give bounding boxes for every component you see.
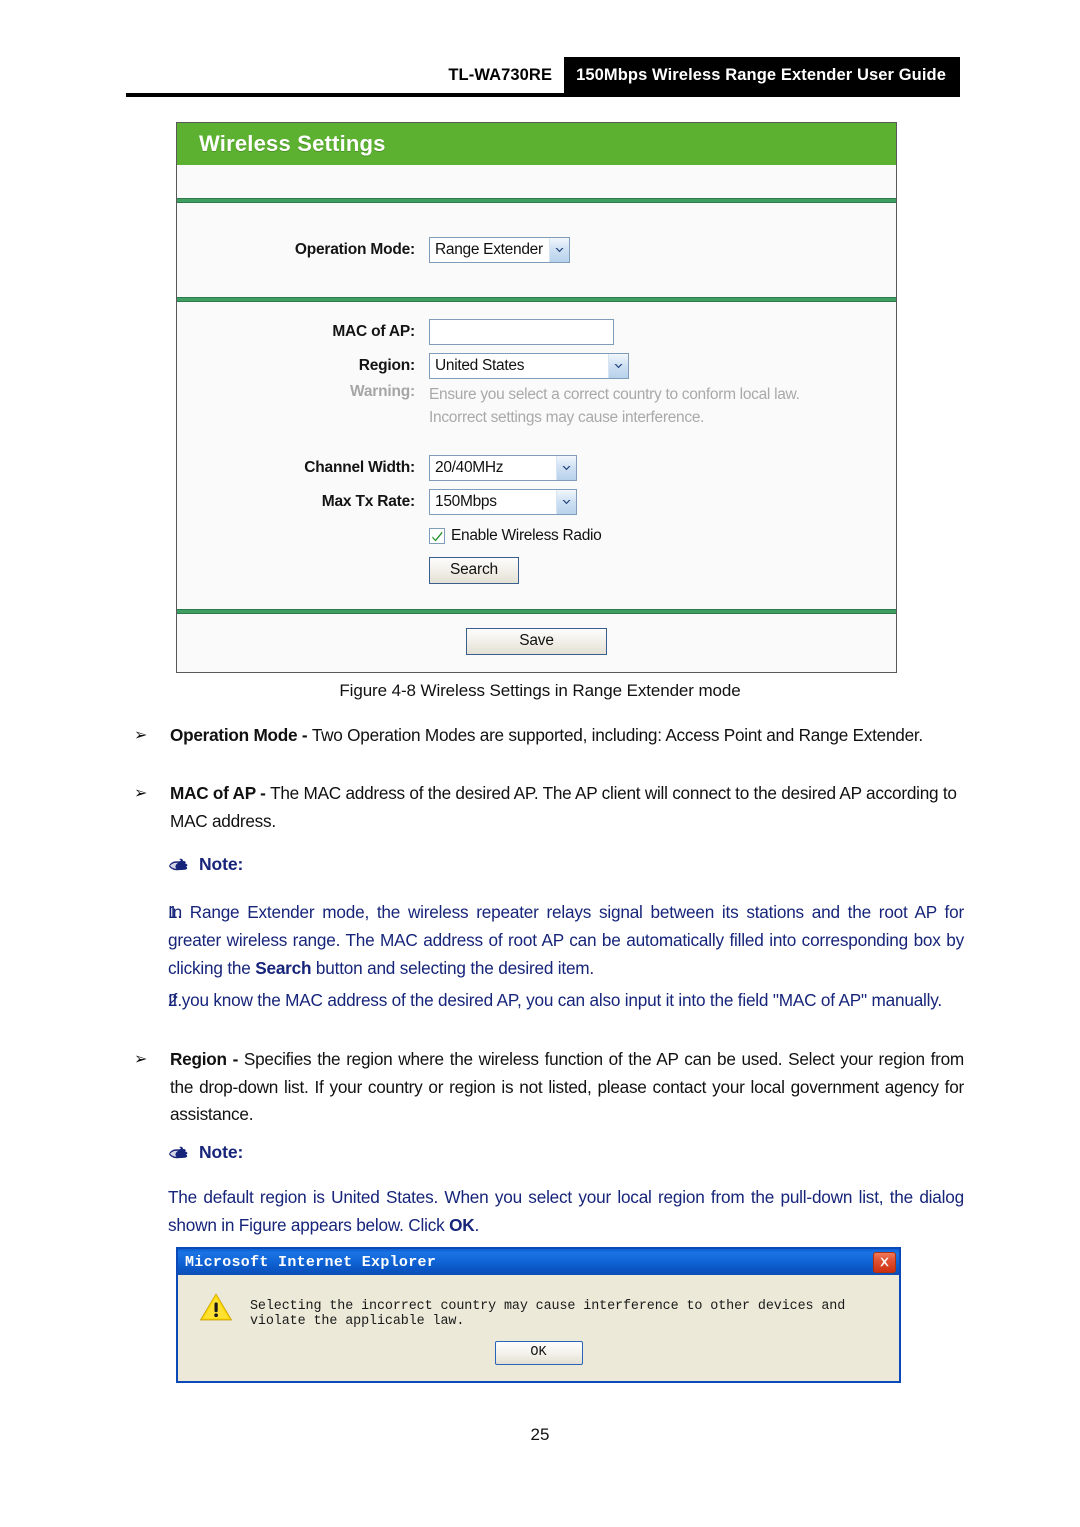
operation-mode-row: Operation Mode: Range Extender — [177, 233, 896, 267]
figure-caption: Figure 4-8 Wireless Settings in Range Ex… — [339, 681, 741, 700]
chevron-down-icon[interactable] — [608, 354, 628, 378]
search-button-row: Search — [177, 553, 896, 587]
save-button[interactable]: Save — [466, 628, 607, 655]
warning-line-1: Ensure you select a correct country to c… — [429, 386, 800, 403]
bullet-region-text: Region - Specifies the region where the … — [170, 1046, 964, 1129]
bullet-body: The MAC address of the desired AP. The A… — [170, 783, 957, 831]
operation-mode-select[interactable]: Range Extender — [429, 237, 570, 263]
panel-titlebar: Wireless Settings — [177, 123, 896, 165]
chevron-down-icon[interactable] — [556, 490, 576, 514]
bullet-marker-icon: ➢ — [134, 785, 148, 802]
header-divider-rule — [126, 93, 960, 97]
page-header: TL-WA730RE 150Mbps Wireless Range Extend… — [126, 57, 960, 93]
note-block-1: Note: — [126, 854, 964, 875]
bullet-marker-icon: ➢ — [134, 1051, 148, 1068]
warning-label: Warning: — [350, 383, 415, 400]
dialog-footer: OK — [178, 1333, 899, 1381]
pointing-hand-icon — [168, 857, 190, 873]
note-2-bold: OK — [449, 1215, 475, 1235]
bullet-region: ➢ Region - Specifies the region where th… — [126, 1046, 964, 1129]
dialog-title: Microsoft Internet Explorer — [185, 1253, 437, 1271]
max-tx-rate-label: Max Tx Rate: — [321, 493, 415, 510]
wireless-settings-panel: Wireless Settings Operation Mode: Range … — [176, 122, 897, 673]
save-section: Save — [177, 614, 896, 672]
region-row: Region: United States — [177, 349, 896, 383]
header-model-name: TL-WA730RE — [438, 57, 565, 93]
close-icon[interactable] — [873, 1251, 896, 1273]
pointing-hand-icon — [168, 1145, 190, 1161]
page-number: 25 — [530, 1425, 550, 1444]
operation-mode-section: Operation Mode: Range Extender — [177, 203, 896, 297]
region-value: United States — [435, 357, 525, 374]
note-1-item-1: 1. In Range Extender mode, the wireless … — [126, 898, 964, 982]
panel-title: Wireless Settings — [199, 131, 386, 156]
warning-triangle-icon — [198, 1291, 234, 1328]
dialog-titlebar: Microsoft Internet Explorer — [178, 1249, 899, 1275]
note-2-part1: The default region is United States. Whe… — [168, 1187, 964, 1235]
note-label-1: Note: — [199, 854, 244, 874]
note-item-bold: Search — [255, 958, 312, 978]
note-2-text: The default region is United States. Whe… — [126, 1183, 964, 1239]
dialog-body: Selecting the incorrect country may caus… — [178, 1275, 899, 1333]
operation-mode-value: Range Extender — [435, 241, 543, 258]
dialog-message: Selecting the incorrect country may caus… — [250, 1299, 846, 1329]
note-header-2: Note: — [126, 1142, 964, 1163]
bullet-term: Region - — [170, 1049, 244, 1069]
region-select[interactable]: United States — [429, 353, 629, 379]
note-item-number: 2. — [168, 990, 182, 1010]
bullet-term: MAC of AP - — [170, 783, 271, 803]
bullet-operation-mode-text: Operation Mode - Two Operation Modes are… — [170, 722, 964, 750]
note-item-text: If you know the MAC address of the desir… — [168, 990, 942, 1010]
bullet-operation-mode: ➢ Operation Mode - Two Operation Modes a… — [126, 722, 964, 750]
note-label-2: Note: — [199, 1142, 244, 1162]
header-guide-title: 150Mbps Wireless Range Extender User Gui… — [564, 57, 960, 93]
bullet-mac-of-ap-text: MAC of AP - The MAC address of the desir… — [170, 780, 964, 835]
region-label: Region: — [358, 357, 415, 374]
note-2-part2: . — [474, 1215, 480, 1235]
channel-width-label: Channel Width: — [304, 459, 415, 476]
max-tx-rate-row: Max Tx Rate: 150Mbps — [177, 485, 896, 519]
note-2-body: The default region is United States. Whe… — [126, 1183, 964, 1239]
channel-width-value: 20/40MHz — [435, 459, 504, 476]
internet-explorer-dialog: Microsoft Internet Explorer Selecting th… — [176, 1247, 901, 1383]
search-button[interactable]: Search — [429, 556, 519, 584]
operation-mode-label: Operation Mode: — [294, 241, 415, 258]
bullet-mac-of-ap: ➢ MAC of AP - The MAC address of the des… — [126, 780, 964, 835]
note-item-part2: button and selecting the desired item. — [311, 958, 595, 978]
bullet-term: Operation Mode - — [170, 725, 312, 745]
max-tx-rate-select[interactable]: 150Mbps — [429, 489, 577, 515]
mac-of-ap-row: MAC of AP: — [177, 315, 896, 349]
max-tx-rate-value: 150Mbps — [435, 493, 497, 510]
bullet-body: Two Operation Modes are supported, inclu… — [311, 725, 923, 745]
enable-wireless-radio-checkbox[interactable] — [429, 528, 445, 544]
enable-wireless-radio-row: Enable Wireless Radio — [177, 519, 896, 553]
wireless-parameters-section: MAC of AP: Region: United States Warning… — [177, 302, 896, 609]
warning-row: Warning: Ensure you select a correct cou… — [177, 383, 896, 429]
chevron-down-icon[interactable] — [556, 456, 576, 480]
note-item-number: 1. — [168, 902, 182, 922]
bullet-body: Specifies the region where the wireless … — [170, 1049, 964, 1124]
mac-of-ap-label: MAC of AP: — [332, 323, 415, 340]
bullet-marker-icon: ➢ — [134, 727, 148, 744]
channel-width-select[interactable]: 20/40MHz — [429, 455, 577, 481]
checkmark-icon — [432, 531, 443, 542]
note-1-item-2: 2. If you know the MAC address of the de… — [126, 986, 964, 1014]
chevron-down-icon[interactable] — [548, 238, 569, 262]
note-header-1: Note: — [126, 854, 964, 875]
panel-spacer-row — [177, 165, 896, 198]
warning-line-2: Incorrect settings may cause interferenc… — [429, 409, 705, 426]
mac-of-ap-input[interactable] — [429, 319, 614, 345]
note-item-text: In Range Extender mode, the wireless rep… — [168, 898, 964, 982]
channel-width-row: Channel Width: 20/40MHz — [177, 451, 896, 485]
enable-wireless-radio-label: Enable Wireless Radio — [451, 527, 602, 544]
note-block-2: Note: — [126, 1142, 964, 1163]
ok-button[interactable]: OK — [494, 1341, 583, 1365]
